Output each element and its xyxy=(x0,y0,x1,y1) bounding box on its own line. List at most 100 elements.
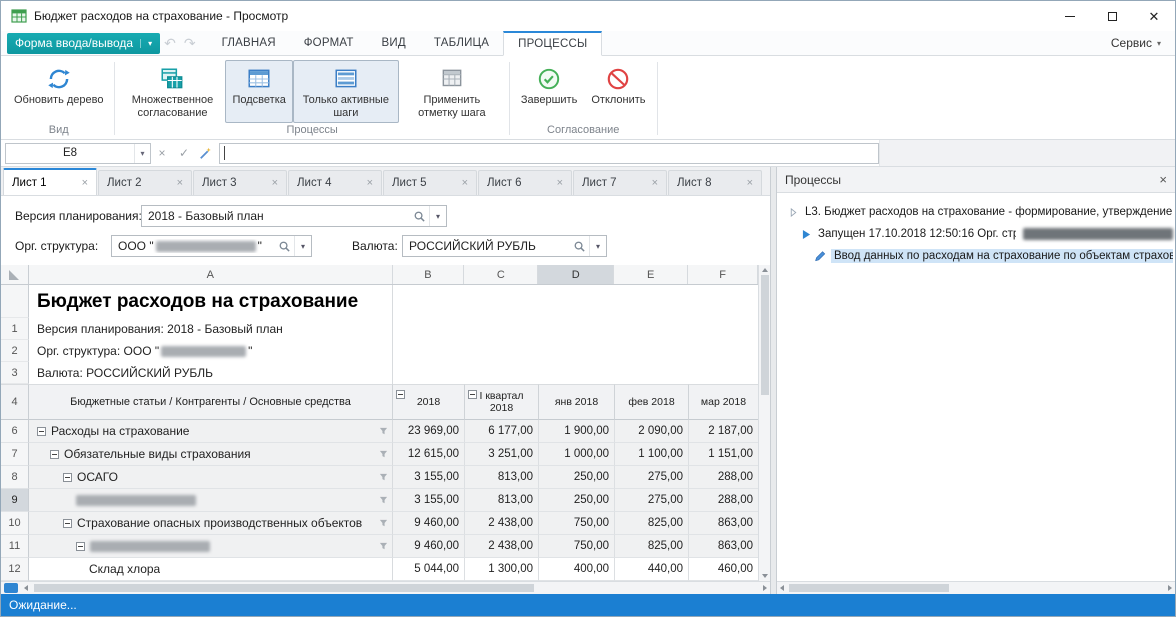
ribbon-tab-3[interactable]: ВИД xyxy=(368,31,420,55)
sheet-nav-button[interactable] xyxy=(4,583,18,593)
formula-input[interactable] xyxy=(219,143,879,164)
row-label-cell[interactable]: Страхование опасных производственных объ… xyxy=(29,512,393,535)
empty-cells[interactable] xyxy=(393,362,758,384)
search-icon[interactable] xyxy=(569,240,589,253)
cell[interactable]: 863,00 xyxy=(689,535,758,558)
column-header-b[interactable]: B xyxy=(393,265,465,284)
column-header-f[interactable]: F xyxy=(688,265,758,284)
cell[interactable]: 288,00 xyxy=(689,489,758,512)
cell[interactable]: 813,00 xyxy=(465,466,539,489)
cell[interactable]: 460,00 xyxy=(689,558,758,581)
empty-cells[interactable] xyxy=(393,318,758,340)
version-combobox[interactable]: 2018 - Базовый план ▾ xyxy=(141,205,447,227)
cell[interactable]: 1 151,00 xyxy=(689,443,758,466)
cell[interactable]: 5 044,00 xyxy=(393,558,465,581)
ribbon-button-complete[interactable]: Завершить xyxy=(514,60,584,123)
cell[interactable]: 400,00 xyxy=(539,558,615,581)
scroll-up-arrow[interactable] xyxy=(762,268,768,272)
row-header[interactable]: 7 xyxy=(1,443,29,466)
sheet-title[interactable]: Бюджет расходов на страхование xyxy=(29,285,393,318)
cell[interactable]: 825,00 xyxy=(615,512,689,535)
collapse-icon[interactable] xyxy=(63,473,72,482)
cell[interactable]: 3 155,00 xyxy=(393,466,465,489)
collapse-icon[interactable] xyxy=(468,390,477,399)
scroll-right-arrow[interactable] xyxy=(763,585,767,591)
cell[interactable]: 2 438,00 xyxy=(465,512,539,535)
close-icon[interactable]: × xyxy=(557,177,563,189)
service-menu[interactable]: Сервис ▾ xyxy=(1111,36,1169,50)
sheet-tab-8[interactable]: Лист 8 × xyxy=(668,170,762,195)
horizontal-scrollbar[interactable] xyxy=(1,581,770,594)
horizontal-scrollbar[interactable] xyxy=(777,581,1175,594)
undo-icon[interactable]: ↶ xyxy=(164,36,176,50)
cell[interactable]: 3 251,00 xyxy=(465,443,539,466)
close-icon[interactable]: × xyxy=(177,177,183,189)
row-label-cell[interactable] xyxy=(29,489,393,512)
minimize-button[interactable] xyxy=(1049,1,1091,31)
info-cell[interactable]: Версия планирования: 2018 - Базовый план xyxy=(29,318,393,340)
row-header[interactable]: 12 xyxy=(1,558,29,581)
cell[interactable]: 440,00 xyxy=(615,558,689,581)
collapse-icon[interactable] xyxy=(396,390,405,399)
row-label-cell[interactable] xyxy=(29,535,393,558)
column-group-header[interactable]: фев 2018 xyxy=(615,384,689,420)
close-icon[interactable]: × xyxy=(462,177,468,189)
row-header[interactable]: 2 xyxy=(1,340,29,362)
collapse-icon[interactable] xyxy=(76,542,85,551)
collapse-icon[interactable] xyxy=(50,450,59,459)
vertical-scrollbar[interactable] xyxy=(758,265,770,581)
close-icon[interactable]: × xyxy=(272,177,278,189)
filter-icon[interactable] xyxy=(379,542,388,551)
row-header[interactable]: 8 xyxy=(1,466,29,489)
filter-icon[interactable] xyxy=(379,427,388,436)
cell[interactable]: 9 460,00 xyxy=(393,512,465,535)
row-header[interactable]: 10 xyxy=(1,512,29,535)
ribbon-button-reject[interactable]: Отклонить xyxy=(584,60,652,123)
column-group-header[interactable]: I квартал 2018 xyxy=(465,384,539,420)
row-label-cell[interactable]: Расходы на страхование xyxy=(29,420,393,443)
cell[interactable]: 825,00 xyxy=(615,535,689,558)
chevron-down-icon[interactable]: ▾ xyxy=(429,206,446,226)
close-icon[interactable]: × xyxy=(1159,172,1167,187)
column-header-e[interactable]: E xyxy=(614,265,688,284)
search-icon[interactable] xyxy=(274,240,294,253)
sheet-tab-5[interactable]: Лист 5 × xyxy=(383,170,477,195)
column-header-a[interactable]: A xyxy=(29,265,393,284)
form-io-menu-button[interactable]: Форма ввода/вывода ▾ xyxy=(7,33,160,54)
sheet-tab-2[interactable]: Лист 2 × xyxy=(98,170,192,195)
row-header[interactable]: 1 xyxy=(1,318,29,340)
redo-icon[interactable]: ↷ xyxy=(184,36,196,50)
ribbon-tab-1[interactable]: ГЛАВНАЯ xyxy=(208,31,290,55)
close-button[interactable]: ✕ xyxy=(1133,1,1175,31)
process-tree-item[interactable]: Ввод данных по расходам на страхование п… xyxy=(813,245,1173,267)
cell[interactable]: 1 000,00 xyxy=(539,443,615,466)
close-icon[interactable]: × xyxy=(652,177,658,189)
cell[interactable]: 250,00 xyxy=(539,489,615,512)
row-header[interactable]: 11 xyxy=(1,535,29,558)
chevron-down-icon[interactable]: ▾ xyxy=(134,144,150,163)
ribbon-button-highlight-table[interactable]: Подсветка xyxy=(225,60,292,123)
sheet-tab-6[interactable]: Лист 6 × xyxy=(478,170,572,195)
cell[interactable]: 275,00 xyxy=(615,466,689,489)
filter-icon[interactable] xyxy=(379,473,388,482)
ribbon-button-apply-step[interactable]: Применить отметку шага xyxy=(399,60,505,123)
close-icon[interactable]: × xyxy=(82,177,88,189)
scroll-left-arrow[interactable] xyxy=(780,585,784,591)
row-label-cell[interactable]: Обязательные виды страхования xyxy=(29,443,393,466)
ribbon-button-multi-approve[interactable]: Множественное согласование xyxy=(119,60,225,123)
ribbon-button-refresh[interactable]: Обновить дерево xyxy=(7,60,110,123)
row-label-cell[interactable]: Склад хлора xyxy=(29,558,393,581)
ribbon-button-active-steps[interactable]: Только активные шаги xyxy=(293,60,399,123)
scrollbar-thumb[interactable] xyxy=(789,584,949,592)
row-header[interactable]: 4 xyxy=(1,384,29,420)
filter-icon[interactable] xyxy=(379,496,388,505)
column-group-header[interactable]: янв 2018 xyxy=(539,384,615,420)
scrollbar-thumb[interactable] xyxy=(34,584,534,592)
column-group-header[interactable]: мар 2018 xyxy=(689,384,758,420)
collapse-icon[interactable] xyxy=(37,427,46,436)
close-icon[interactable]: × xyxy=(747,177,753,189)
collapse-icon[interactable] xyxy=(63,519,72,528)
empty-cells[interactable] xyxy=(393,340,758,362)
sheet-tab-1[interactable]: Лист 1 × xyxy=(3,168,97,195)
maximize-button[interactable] xyxy=(1091,1,1133,31)
